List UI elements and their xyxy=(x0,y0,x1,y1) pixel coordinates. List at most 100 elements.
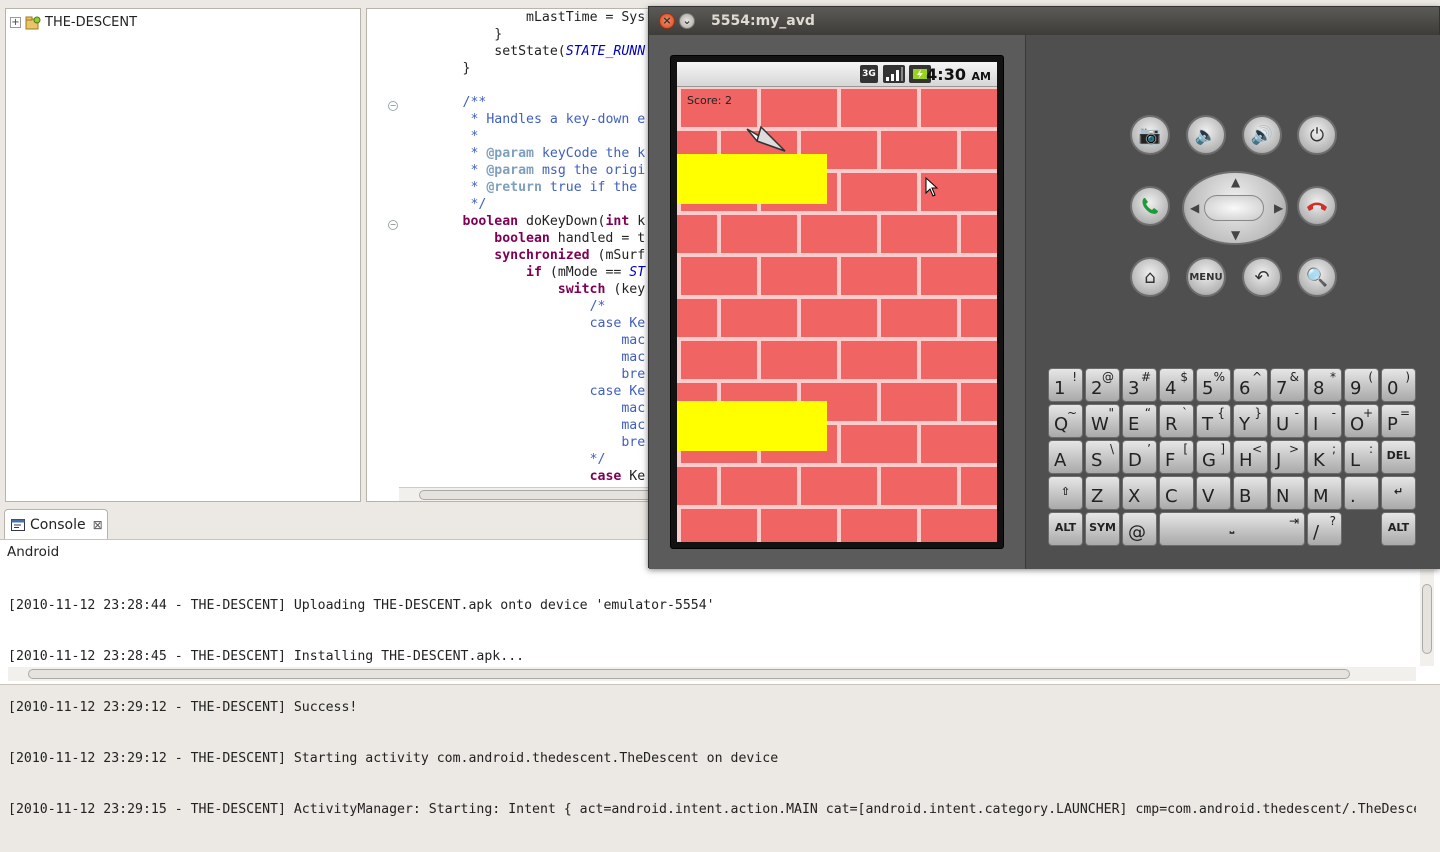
key-b[interactable]: B xyxy=(1233,476,1268,510)
key-alt-label: ? xyxy=(1329,514,1336,528)
key-special[interactable]: ↵ xyxy=(1381,476,1416,510)
dpad-right-icon[interactable]: ▶ xyxy=(1274,201,1283,215)
home-button[interactable]: ⌂ xyxy=(1130,257,1170,297)
key-m[interactable]: M xyxy=(1307,476,1342,510)
key-x[interactable]: X xyxy=(1122,476,1157,510)
key-i[interactable]: I- xyxy=(1307,404,1342,438)
close-tab-icon[interactable]: ⊠ xyxy=(93,518,103,532)
code-line: /** xyxy=(399,94,655,111)
console-horizontal-scrollbar[interactable] xyxy=(8,667,1416,681)
key-at[interactable]: @ xyxy=(1122,512,1157,546)
key-u[interactable]: U- xyxy=(1270,404,1305,438)
key-alt-right[interactable]: ALT xyxy=(1381,512,1416,546)
code-line: * xyxy=(399,128,655,145)
volume-down-button[interactable]: 🔈 xyxy=(1186,115,1226,155)
code-token: * xyxy=(462,129,479,144)
end-call-button[interactable] xyxy=(1297,186,1337,226)
key-0[interactable]: 0) xyxy=(1381,368,1416,402)
key-slash[interactable]: /? xyxy=(1307,512,1342,546)
console-output[interactable]: [2010-11-12 23:28:44 - THE-DESCENT] Uplo… xyxy=(8,563,1416,852)
key-l[interactable]: L: xyxy=(1344,440,1379,474)
dpad-up-icon[interactable]: ▲ xyxy=(1231,175,1240,189)
key-d[interactable]: D’ xyxy=(1122,440,1157,474)
key-9[interactable]: 9( xyxy=(1344,368,1379,402)
key-k[interactable]: K; xyxy=(1307,440,1342,474)
dpad-left-icon[interactable]: ◀ xyxy=(1190,201,1199,215)
key-2[interactable]: 2 @ xyxy=(1085,368,1120,402)
menu-button[interactable]: MENU xyxy=(1186,257,1226,297)
key-label: U xyxy=(1276,414,1290,435)
key-y[interactable]: Y} xyxy=(1233,404,1268,438)
key-alt-left[interactable]: ALT xyxy=(1048,512,1083,546)
search-button[interactable]: 🔍 xyxy=(1297,257,1337,297)
code-token: handled = t xyxy=(549,231,646,246)
key-z[interactable]: Z xyxy=(1085,476,1120,510)
code-token: bre xyxy=(621,367,646,382)
back-button[interactable]: ↶ xyxy=(1242,257,1282,297)
expand-icon[interactable]: + xyxy=(10,17,21,28)
key-a[interactable]: A xyxy=(1048,440,1083,474)
key-alt-label: : xyxy=(1368,442,1373,456)
volume-down-icon: 🔈 xyxy=(1194,124,1218,146)
key-label: D xyxy=(1128,450,1142,471)
key-v[interactable]: V xyxy=(1196,476,1231,510)
dpad-down-icon[interactable]: ▼ xyxy=(1231,228,1240,242)
key-t[interactable]: T{ xyxy=(1196,404,1231,438)
volume-up-button[interactable]: 🔊 xyxy=(1242,115,1282,155)
key-p[interactable]: P = xyxy=(1381,404,1416,438)
fold-toggle-icon[interactable]: − xyxy=(388,220,398,230)
emulator-window[interactable]: 5554:my_avd × ⌄ 3G 4:30 AM Score: 2 📷 🔈 … xyxy=(648,6,1440,569)
key-r[interactable]: R ` xyxy=(1159,404,1194,438)
emulator-title[interactable]: 5554:my_avd xyxy=(649,7,1439,35)
key-4[interactable]: 4 $ xyxy=(1159,368,1194,402)
dpad[interactable]: ▲ ▼ ◀ ▶ xyxy=(1182,171,1288,245)
code-token: mac xyxy=(621,418,646,433)
console-tab[interactable]: Console ⊠ xyxy=(4,509,108,539)
console-vertical-scrollbar[interactable] xyxy=(1420,570,1434,666)
key-h[interactable]: H < xyxy=(1233,440,1268,474)
camera-button[interactable]: 📷 xyxy=(1130,115,1170,155)
key-space[interactable]: ⎵ ⇥ xyxy=(1159,512,1305,546)
code-token: } xyxy=(462,61,471,76)
key-special[interactable]: . xyxy=(1344,476,1379,510)
code-text[interactable]: mLastTime = Sys } setState(STATE_RUNN } … xyxy=(399,9,655,487)
key-j[interactable]: J > xyxy=(1270,440,1305,474)
game-canvas[interactable]: Score: 2 xyxy=(677,87,997,542)
phone-screen[interactable]: 3G 4:30 AM Score: 2 xyxy=(677,62,997,542)
key-3[interactable]: 3 # xyxy=(1122,368,1157,402)
key-special[interactable]: ⇧ xyxy=(1048,476,1083,510)
window-minimize-button[interactable]: ⌄ xyxy=(679,13,695,29)
key-e[interactable]: E “ xyxy=(1122,404,1157,438)
key-6[interactable]: 6 ^ xyxy=(1233,368,1268,402)
key-n[interactable]: N xyxy=(1270,476,1305,510)
key-7[interactable]: 7 & xyxy=(1270,368,1305,402)
call-button[interactable] xyxy=(1130,186,1170,226)
key-8[interactable]: 8 * xyxy=(1307,368,1342,402)
code-token: mac xyxy=(621,333,646,348)
key-5[interactable]: 5% xyxy=(1196,368,1231,402)
key-label: T xyxy=(1202,414,1213,435)
key-alt-label: } xyxy=(1254,406,1262,420)
editor-horizontal-scrollbar[interactable] xyxy=(399,487,655,501)
key-label: E xyxy=(1128,414,1140,435)
code-token: case xyxy=(589,469,622,484)
key-o[interactable]: O + xyxy=(1344,404,1379,438)
project-tree-row[interactable]: + THE-DESCENT xyxy=(10,15,137,30)
key-special[interactable]: DEL xyxy=(1381,440,1416,474)
key-1[interactable]: 1! xyxy=(1048,368,1083,402)
dpad-center-button[interactable] xyxy=(1204,195,1264,221)
key-c[interactable]: C xyxy=(1159,476,1194,510)
window-close-button[interactable]: × xyxy=(659,13,675,29)
key-s[interactable]: S \ xyxy=(1085,440,1120,474)
code-editor[interactable]: − − mLastTime = Sys } setState(STATE_RUN… xyxy=(366,8,656,502)
key-alt-label: $ xyxy=(1180,370,1188,384)
key-q[interactable]: Q ~ xyxy=(1048,404,1083,438)
power-button[interactable]: ⏻ xyxy=(1297,115,1337,155)
key-sym[interactable]: SYM xyxy=(1085,512,1120,546)
key-g[interactable]: G] xyxy=(1196,440,1231,474)
yellow-ledge xyxy=(677,154,827,204)
fold-toggle-icon[interactable]: − xyxy=(388,101,398,111)
key-f[interactable]: F[ xyxy=(1159,440,1194,474)
key-w[interactable]: W " xyxy=(1085,404,1120,438)
code-token: true if the xyxy=(541,180,638,195)
